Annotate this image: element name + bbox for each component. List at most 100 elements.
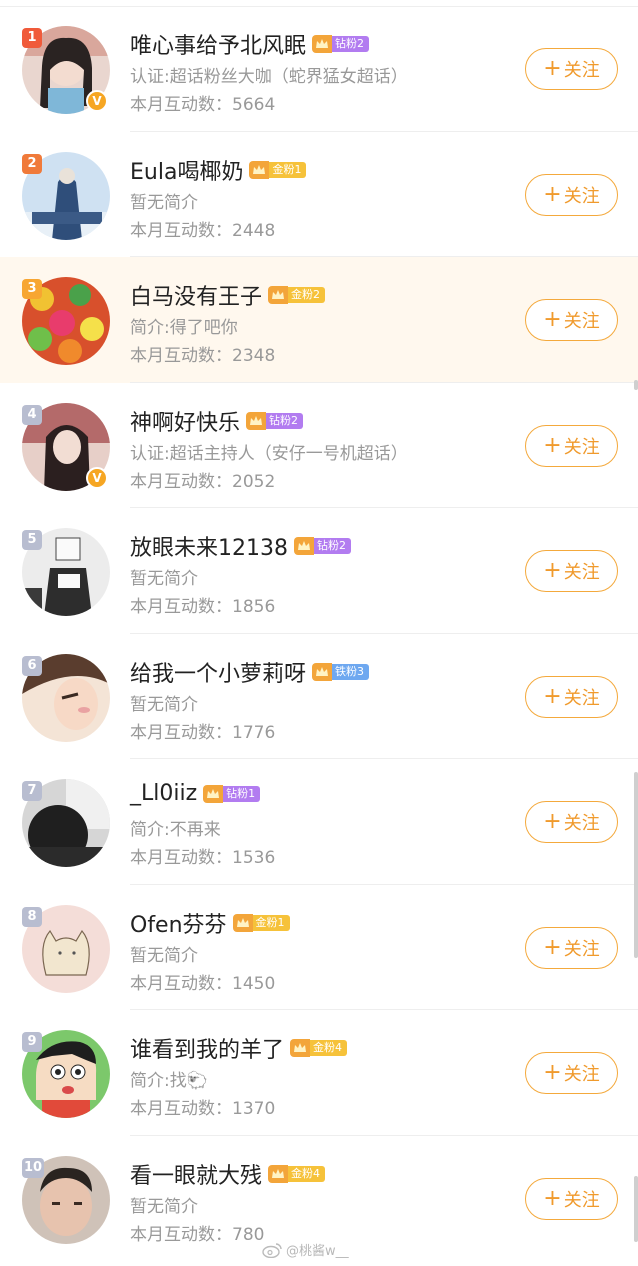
follow-button[interactable]: + 关注 — [525, 299, 618, 341]
plus-icon: + — [543, 1185, 562, 1211]
monthly-interaction-count: 本月互动数：1536 — [130, 848, 276, 868]
monthly-interaction-count: 本月互动数：1776 — [130, 722, 276, 743]
rank-badge: 7 — [22, 781, 42, 801]
username[interactable]: 放眼未来12138 — [130, 530, 288, 562]
user-description: 暂无简介 — [130, 694, 198, 715]
fan-level-label: 钻粉2 — [314, 538, 351, 554]
plus-icon: + — [543, 1060, 562, 1085]
fan-level-badge: 金粉1 — [232, 913, 290, 932]
username[interactable]: Ofen芬芬 — [130, 907, 227, 939]
follow-label: 关注 — [563, 1189, 600, 1211]
plus-icon: + — [543, 809, 562, 834]
monthly-interaction-count: 本月互动数：1370 — [130, 1099, 276, 1119]
monthly-interaction-count: 本月互动数：1856 — [130, 597, 276, 617]
fan-level-label: 钻粉1 — [223, 785, 261, 802]
weibo-logo-icon — [262, 1242, 282, 1258]
username[interactable]: 给我一个小萝莉呀 — [130, 656, 306, 688]
plus-icon: + — [543, 558, 562, 583]
username[interactable]: 神啊好快乐 — [130, 405, 240, 437]
list-item[interactable]: 9 谁看到我的羊了 金粉4 简介:找🐑 本月互动数：1370 + 关注 — [0, 1010, 638, 1136]
watermark-text: @桃酱w__ — [286, 1244, 349, 1259]
name-line: _Ll0iiz 钻粉1 — [130, 781, 261, 806]
follow-label: 关注 — [563, 1064, 600, 1085]
list-item[interactable]: 7 _Ll0iiz 钻粉1 简介:不再来 本月互动数：1536 + 关注 — [0, 759, 638, 885]
follow-label: 关注 — [563, 562, 600, 583]
user-description: 暂无简介 — [130, 569, 198, 589]
monthly-interaction-count: 本月互动数：780 — [130, 1224, 265, 1245]
monthly-interaction-count: 本月互动数：2052 — [130, 471, 276, 492]
fan-level-label: 钻粉2 — [266, 412, 304, 429]
user-description: 暂无简介 — [130, 1196, 198, 1217]
plus-icon: + — [543, 934, 562, 960]
rank-badge: 10 — [22, 1157, 45, 1178]
follow-label: 关注 — [563, 60, 600, 81]
username[interactable]: _Ll0iiz — [130, 781, 197, 806]
follow-button[interactable]: + 关注 — [525, 1052, 618, 1094]
rank-badge: 9 — [22, 1032, 42, 1052]
user-description: 简介:不再来 — [130, 820, 221, 840]
name-line: 谁看到我的羊了 金粉4 — [130, 1032, 348, 1064]
scrollbar-bottom[interactable] — [634, 1176, 638, 1242]
follow-button[interactable]: + 关注 — [525, 48, 618, 90]
list-item[interactable]: 3 白马没有王子 金粉2 简介:得了吧你 本月互动数：2348 + 关注 — [0, 257, 638, 383]
fan-level-label: 金粉1 — [252, 914, 290, 931]
rank-badge: 8 — [22, 906, 42, 927]
rank-badge: 2 — [22, 153, 42, 174]
list-item[interactable]: 4 V 神啊好快乐 钻粉2 认证:超话主持人（安仔一号机超话） 本月互动数：20… — [0, 383, 638, 509]
fan-level-label: 铁粉3 — [332, 663, 370, 680]
username[interactable]: 看一眼就大残 — [130, 1158, 262, 1190]
username[interactable]: Eula喝椰奶 — [130, 154, 243, 186]
rank-badge: 1 — [22, 28, 42, 48]
follow-button[interactable]: + 关注 — [525, 1177, 618, 1220]
scrollbar-thumb[interactable] — [634, 772, 638, 958]
follow-button[interactable]: + 关注 — [525, 173, 618, 216]
monthly-interaction-count: 本月互动数：5664 — [130, 95, 276, 115]
fan-level-badge: 金粉2 — [268, 286, 326, 304]
crown-icon — [249, 160, 270, 179]
fan-level-badge: 铁粉3 — [312, 662, 370, 681]
name-line: 看一眼就大残 金粉4 — [130, 1158, 326, 1190]
plus-icon: + — [543, 307, 562, 332]
monthly-interaction-count: 本月互动数：1450 — [130, 973, 276, 994]
follow-button[interactable]: + 关注 — [525, 801, 618, 843]
list-item[interactable]: 1 V 唯心事给予北风眠 钻粉2 认证:超话粉丝大咖（蛇界猛女超话） 本月互动数… — [0, 6, 638, 132]
list-item[interactable]: 5 放眼未来12138 钻粉2 暂无简介 本月互动数：1856 + 关注 — [0, 508, 638, 634]
fan-level-badge: 钻粉2 — [294, 537, 351, 555]
follow-label: 关注 — [563, 185, 600, 207]
username[interactable]: 谁看到我的羊了 — [130, 1032, 284, 1064]
plus-icon: + — [543, 56, 562, 81]
user-description: 认证:超话主持人（安仔一号机超话） — [130, 443, 408, 464]
fan-level-badge: 钻粉1 — [203, 784, 261, 803]
fan-level-label: 钻粉2 — [332, 36, 370, 52]
follow-button[interactable]: + 关注 — [525, 550, 618, 592]
plus-icon: + — [543, 181, 562, 207]
fan-level-badge: 钻粉2 — [246, 411, 304, 430]
fan-level-label: 金粉4 — [310, 1040, 348, 1056]
fan-level-label: 金粉1 — [269, 161, 307, 178]
follow-label: 关注 — [563, 687, 600, 709]
crown-icon — [203, 784, 224, 803]
name-line: 放眼未来12138 钻粉2 — [130, 530, 351, 562]
scrollbar-top[interactable] — [634, 380, 638, 390]
follow-button[interactable]: + 关注 — [525, 675, 618, 718]
fan-level-badge: 钻粉2 — [312, 35, 370, 53]
follow-button[interactable]: + 关注 — [525, 424, 618, 467]
follow-button[interactable]: + 关注 — [525, 926, 618, 969]
crown-icon — [268, 1164, 289, 1183]
name-line: 给我一个小萝莉呀 铁粉3 — [130, 656, 370, 688]
list-item[interactable]: 6 给我一个小萝莉呀 铁粉3 暂无简介 本月互动数：1776 + 关注 — [0, 634, 638, 760]
user-description: 简介:得了吧你 — [130, 318, 238, 338]
fan-level-label: 金粉4 — [288, 1165, 326, 1182]
rank-badge: 4 — [22, 404, 42, 425]
name-line: Ofen芬芬 金粉1 — [130, 907, 290, 939]
username[interactable]: 唯心事给予北风眠 — [130, 28, 306, 60]
list-item[interactable]: 8 Ofen芬芬 金粉1 暂无简介 本月互动数：1450 + 关注 — [0, 885, 638, 1011]
user-description: 认证:超话粉丝大咖（蛇界猛女超话） — [130, 67, 408, 87]
fan-level-badge: 金粉1 — [249, 160, 307, 179]
name-line: 白马没有王子 金粉2 — [130, 279, 326, 311]
username[interactable]: 白马没有王子 — [130, 279, 262, 311]
list-item[interactable]: 2 Eula喝椰奶 金粉1 暂无简介 本月互动数：2448 + 关注 — [0, 132, 638, 258]
name-line: 神啊好快乐 钻粉2 — [130, 405, 304, 437]
plus-icon: + — [543, 683, 562, 709]
crown-icon — [312, 35, 333, 53]
